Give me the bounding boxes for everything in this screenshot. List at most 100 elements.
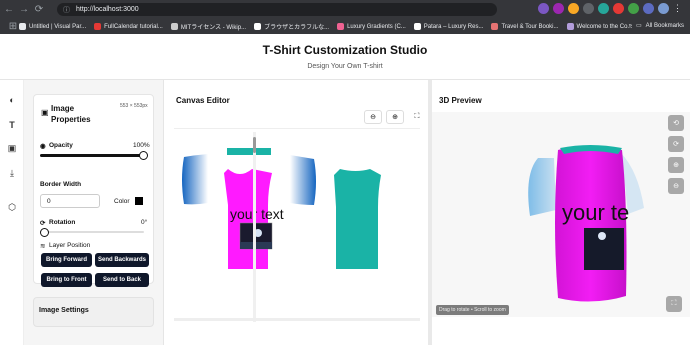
bookmark-favicon-icon xyxy=(170,23,178,30)
canvas-text[interactable]: your text xyxy=(230,206,284,222)
cube-3d-icon[interactable]: ⬡ xyxy=(6,201,18,213)
site-info-icon[interactable]: ⓘ xyxy=(63,5,70,15)
bookmark-favicon-icon xyxy=(337,23,345,30)
border-color-swatch[interactable] xyxy=(135,197,143,205)
folder-icon: ▭ xyxy=(635,23,642,29)
text-tool-icon[interactable]: T xyxy=(6,119,18,131)
address-bar[interactable]: ⓘ http://localhost:3000 xyxy=(57,3,497,16)
bookmark-favicon-icon xyxy=(566,23,574,30)
page-subtitle: Design Your Own T-shirt xyxy=(307,63,383,70)
layers-icon: ≋ xyxy=(40,243,46,250)
zoom-in-preview-icon[interactable]: ⊕ xyxy=(668,157,684,173)
collar-strip xyxy=(227,148,271,155)
bring-to-front-button[interactable]: Bring to Front xyxy=(41,273,92,287)
zoom-out-preview-icon[interactable]: ⊖ xyxy=(668,178,684,194)
rotation-value: 0° xyxy=(141,219,148,226)
extension-icon[interactable] xyxy=(583,3,594,14)
fullscreen-preview-icon[interactable]: ⛶ xyxy=(666,296,682,312)
moon-image-sea xyxy=(240,242,272,249)
shirt-back[interactable] xyxy=(334,169,381,269)
rotation-label: Rotation xyxy=(49,219,76,226)
download-icon[interactable]: ⤓ xyxy=(6,167,18,179)
extension-icon[interactable] xyxy=(598,3,609,14)
opacity-label: Opacity xyxy=(49,142,73,149)
rotate-icon: ⟳ xyxy=(40,220,46,227)
image-settings-card[interactable]: Image Settings xyxy=(33,297,154,327)
bookmark-favicon-icon xyxy=(491,23,499,30)
canvas-h-scrollbar[interactable] xyxy=(174,318,420,321)
rotation-slider-thumb[interactable] xyxy=(40,228,49,237)
preview-hint: Drag to rotate • Scroll to zoom xyxy=(436,305,509,315)
browser-toolbar: ← → ⟳ ⓘ http://localhost:3000 ⋮ xyxy=(0,0,690,19)
image-icon: ▣ xyxy=(41,108,49,117)
tshirt-canvas[interactable]: your text xyxy=(174,129,420,317)
extension-icon[interactable] xyxy=(538,3,549,14)
bookmark-item[interactable]: Luxury Gradients (C... xyxy=(337,23,406,30)
app-header: T-Shirt Customization Studio Design Your… xyxy=(0,34,690,80)
all-bookmarks-link[interactable]: All Bookmarks xyxy=(646,23,684,29)
left-sleeve xyxy=(182,154,208,205)
bookmark-favicon-icon xyxy=(413,23,421,30)
extension-icon[interactable] xyxy=(628,3,639,14)
color-label: Color xyxy=(114,198,130,205)
back-icon[interactable]: ← xyxy=(3,4,15,16)
extension-icon[interactable] xyxy=(613,3,624,14)
extension-icon[interactable] xyxy=(553,3,564,14)
preview-text: your te xyxy=(562,200,629,225)
fullscreen-icon[interactable]: ⛶ xyxy=(408,110,426,124)
preview-left-sleeve xyxy=(528,158,556,216)
properties-panel: ▣ Image Properties 553 × 553px ◉ Opacity… xyxy=(24,80,164,345)
bookmarks-bar: ⊞ Untitled | Visual Par... FullCalendar … xyxy=(0,19,690,34)
rotate-view-icon[interactable]: ⟳ xyxy=(668,136,684,152)
bookmark-item[interactable]: Patara – Luxury Res... xyxy=(413,23,483,30)
border-width-input[interactable]: 0 xyxy=(40,194,100,208)
page-title: T-Shirt Customization Studio xyxy=(262,43,428,57)
tool-rail: ◐ T ▣ ⤓ ⬡ xyxy=(0,80,24,345)
image-settings-title: Image Settings xyxy=(39,307,89,314)
canvas-scroll-thumb[interactable] xyxy=(253,137,256,153)
bookmark-favicon-icon xyxy=(19,23,26,30)
bookmark-item[interactable]: Welcome to the Co... xyxy=(566,23,632,30)
bookmark-item[interactable]: ブラウザとカラフルな... xyxy=(254,22,329,31)
right-sleeve xyxy=(290,155,316,205)
eye-icon: ◉ xyxy=(40,143,46,150)
profile-avatar[interactable] xyxy=(658,3,669,14)
3d-viewport[interactable]: your te xyxy=(432,112,690,317)
3d-shirt-render[interactable]: your te xyxy=(432,112,690,317)
bookmark-item[interactable]: Travel & Tour Booki... xyxy=(491,23,559,30)
preview-moon-shape xyxy=(598,232,606,240)
apps-icon[interactable]: ⊞ xyxy=(7,21,19,33)
bookmark-item[interactable]: Untitled | Visual Par... xyxy=(19,23,86,30)
layer-position-label: Layer Position xyxy=(49,242,91,249)
bookmark-item[interactable]: MITライセンス - Wikip... xyxy=(170,22,246,31)
reload-icon[interactable]: ⟳ xyxy=(33,4,45,16)
send-backwards-button[interactable]: Send Backwards xyxy=(95,253,149,267)
opacity-slider[interactable] xyxy=(40,154,144,157)
reset-view-icon[interactable]: ⟲ xyxy=(668,115,684,131)
bring-forward-button[interactable]: Bring Forward xyxy=(41,253,92,267)
canvas-area[interactable]: your text xyxy=(174,128,420,316)
forward-icon[interactable]: → xyxy=(18,4,30,16)
zoom-out-icon[interactable]: ⊖ xyxy=(364,110,382,124)
canvas-editor-title: Canvas Editor xyxy=(176,96,230,105)
opacity-slider-thumb[interactable] xyxy=(139,151,148,160)
image-dimensions: 553 × 553px xyxy=(120,103,148,109)
extension-icon[interactable] xyxy=(568,3,579,14)
send-to-back-button[interactable]: Send to Back xyxy=(95,273,149,287)
browser-menu-icon[interactable]: ⋮ xyxy=(673,3,682,14)
opacity-value: 100% xyxy=(133,142,150,149)
extension-icon[interactable] xyxy=(643,3,654,14)
zoom-in-icon[interactable]: ⊕ xyxy=(386,110,404,124)
image-tool-icon[interactable]: ▣ xyxy=(6,142,18,154)
border-width-label: Border Width xyxy=(40,181,82,188)
bookmark-item[interactable]: FullCalendar tutorial... xyxy=(94,23,163,30)
3d-preview-title: 3D Preview xyxy=(439,96,482,105)
properties-title: Image Properties xyxy=(51,104,91,124)
url-text: http://localhost:3000 xyxy=(76,6,139,13)
palette-icon[interactable]: ◐ xyxy=(6,94,18,106)
rotation-slider[interactable] xyxy=(40,231,144,233)
image-properties-card: ▣ Image Properties 553 × 553px ◉ Opacity… xyxy=(33,94,154,287)
bookmark-favicon-icon xyxy=(254,23,262,30)
bookmarks-overflow-icon[interactable]: » xyxy=(629,23,632,29)
canvas-scrollbar[interactable] xyxy=(253,132,256,322)
